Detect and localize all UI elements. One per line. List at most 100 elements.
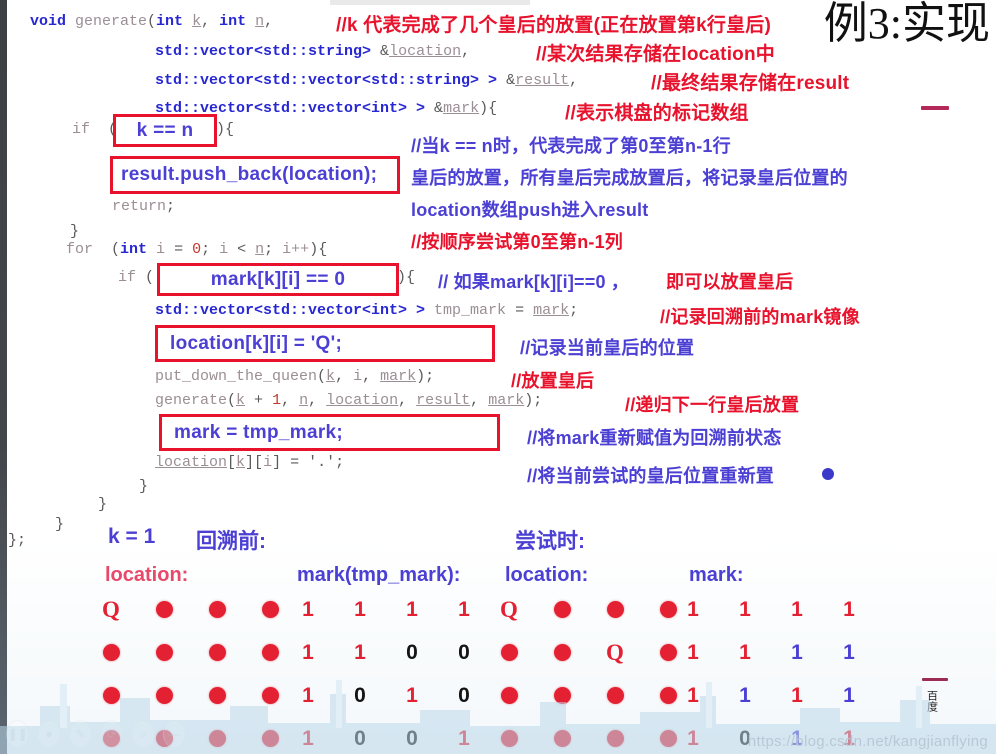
board-cell-empty (598, 678, 632, 712)
panel-label-before-mark: mark(tmp_mark): (297, 564, 461, 586)
matrix-cell: 1 (728, 635, 762, 669)
matrix-digit: 0 (406, 726, 418, 750)
matrix-digit: 1 (354, 597, 366, 621)
board-cell-empty (147, 678, 181, 712)
minus-icon[interactable]: — (162, 720, 186, 748)
board-cell-empty (200, 635, 234, 669)
queen-glyph: Q (500, 596, 518, 622)
matrix-digit: 0 (406, 640, 418, 664)
matrix-cell: 1 (291, 721, 325, 754)
board-cell-empty (253, 592, 287, 626)
code-line-signature: void generate(int k, int n, (30, 13, 274, 30)
code-line-close-if2: } (139, 478, 149, 495)
refresh-icon[interactable]: ⟳ (99, 720, 124, 748)
matrix-digit: 0 (458, 683, 470, 707)
annotation-restore: //将mark重新赋值为回溯前状态 (527, 428, 782, 448)
board-dot (553, 729, 571, 747)
board-cell-empty (147, 635, 181, 669)
matrix-digit: 1 (354, 640, 366, 664)
matrix-digit: 1 (687, 640, 699, 664)
board-dot (261, 686, 279, 704)
highlight-box-location-q[interactable]: location[k][i] = 'Q'; (155, 325, 495, 362)
highlight-box-mark-zero[interactable]: mark[k][i] == 0 (157, 263, 399, 296)
annotation-push-result: location数组push进入result (411, 200, 649, 220)
code-line-reset-location: location[k][i] = '.'; (155, 454, 345, 471)
annotation-recurse: //递归下一行皇后放置 (625, 395, 800, 415)
matrix-cell: 0 (343, 678, 377, 712)
diagram-k-label: k = 1 (108, 525, 156, 548)
board-cell-empty (200, 721, 234, 754)
highlight-box-push-back-label: result.push_back(location); (121, 164, 378, 185)
matrix-cell: 1 (343, 592, 377, 626)
annotation-try-cols: //按顺序尝试第0至第n-1列 (411, 232, 624, 252)
board-dot (606, 729, 624, 747)
matrix-cell: 1 (395, 592, 429, 626)
matrix-cell: 0 (343, 721, 377, 754)
highlight-box-push-back[interactable]: result.push_back(location); (110, 156, 400, 194)
matrix-digit: 1 (791, 597, 803, 621)
code-line-close-fn: } (55, 516, 65, 533)
highlight-box-mark-zero-label: mark[k][i] == 0 (210, 268, 346, 290)
code-line-recurse: generate(k + 1, n, location, result, mar… (155, 392, 543, 409)
matrix-digit: 1 (406, 597, 418, 621)
board-dot (102, 643, 120, 661)
code-line-param-result: std::vector<std::vector<std::string> > &… (155, 72, 579, 89)
matrix-cell: 1 (447, 592, 481, 626)
matrix-cell: 1 (728, 678, 762, 712)
board-cell-empty (147, 592, 181, 626)
board-dot (500, 643, 518, 661)
matrix-digit: 1 (739, 597, 751, 621)
code-line-tmp-mark: std::vector<std::vector<int> > tmp_mark … (155, 302, 579, 319)
matrix-cell: 1 (676, 721, 710, 754)
board-cell-empty (545, 592, 579, 626)
board-cell-empty (94, 635, 128, 669)
side-note-vertical: 百度 (925, 690, 938, 712)
queen-glyph: Q (102, 596, 120, 622)
matrix-cell: 1 (291, 592, 325, 626)
matrix-digit: 1 (843, 683, 855, 707)
board-dot (659, 643, 677, 661)
matrix-cell: 1 (780, 635, 814, 669)
pen-icon[interactable]: ✎ (68, 720, 92, 748)
matrix-digit: 1 (687, 683, 699, 707)
matrix-digit: 1 (302, 726, 314, 750)
panel-label-trying-location: location: (505, 564, 589, 586)
search-icon[interactable]: ⌕ (131, 720, 155, 748)
highlight-box-mark-restore[interactable]: mark = tmp_mark; (159, 414, 500, 451)
code-line-close-decl: }; (8, 532, 27, 549)
matrix-digit: 1 (739, 640, 751, 664)
matrix-cell: 1 (291, 635, 325, 669)
board-cell-empty (545, 678, 579, 712)
board-dot (606, 686, 624, 704)
matrix-digit: 1 (458, 597, 470, 621)
board-dot (208, 686, 226, 704)
board-dot (500, 729, 518, 747)
matrix-digit: 0 (354, 683, 366, 707)
annotation-k-meaning: //k 代表完成了几个皇后的放置(正在放置第k行皇后) (336, 15, 772, 36)
record-icon[interactable]: ● (37, 720, 61, 748)
board-cell-empty (94, 678, 128, 712)
slide-canvas: 例3:实现 百度 void generate(int k, int n, std… (0, 0, 996, 754)
board-cell-queen: Q (492, 592, 526, 626)
board-dot (261, 600, 279, 618)
matrix-cell: 0 (447, 635, 481, 669)
board-cell-empty (492, 721, 526, 754)
pause-icon[interactable]: ❚❚ (6, 720, 30, 748)
annotation-result: //最终结果存储在result (651, 73, 850, 94)
matrix-cell: 1 (728, 592, 762, 626)
board-cell-empty (253, 721, 287, 754)
annotation-if-mark0-red: 即可以放置皇后 (666, 272, 794, 292)
board-dot (102, 686, 120, 704)
code-line-put-queen: put_down_the_queen(k, i, mark); (155, 368, 435, 385)
board-cell-empty (492, 635, 526, 669)
board-dot (261, 643, 279, 661)
highlight-box-k-eq-n[interactable]: k == n (113, 114, 217, 147)
matrix-cell: 1 (343, 635, 377, 669)
matrix-cell: 1 (780, 678, 814, 712)
board-cell-empty (253, 635, 287, 669)
board-cell-empty (598, 592, 632, 626)
matrix-digit: 1 (791, 640, 803, 664)
video-player-toolbar[interactable]: ❚❚ ● ✎ ⟳ ⌕ — (6, 716, 186, 752)
code-line-for: for (int i = 0; i < n; i++){ (66, 241, 328, 258)
code-line-if-mark-close-paren: ){ (397, 269, 416, 286)
